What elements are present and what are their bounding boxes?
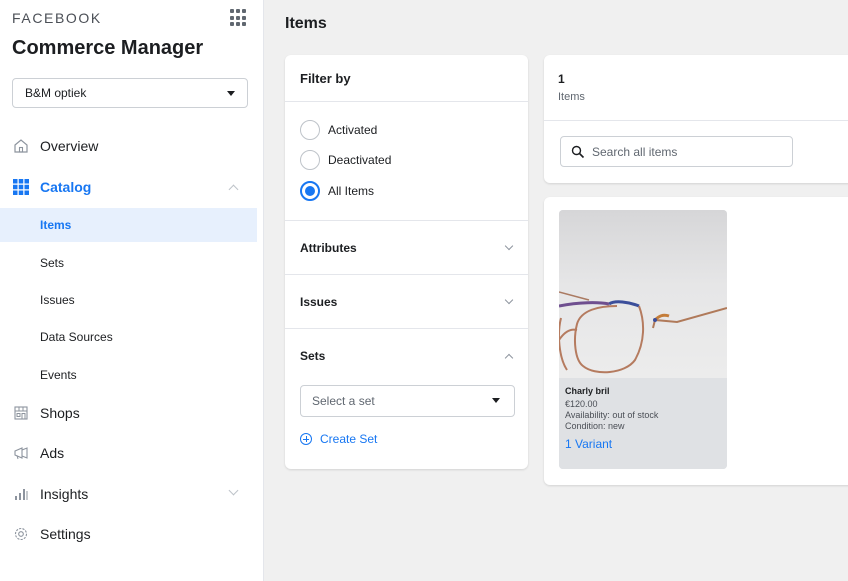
radio-label: All Items	[328, 184, 375, 198]
nav-shops[interactable]: Shops	[0, 396, 257, 430]
filter-heading: Filter by	[285, 55, 528, 102]
nav-overview[interactable]: Overview	[0, 129, 257, 163]
search-box[interactable]	[560, 136, 793, 167]
divider	[544, 120, 848, 121]
section-attributes[interactable]: Attributes	[285, 230, 528, 266]
create-set-link[interactable]: Create Set	[300, 432, 377, 446]
radio-deactivated[interactable]: Deactivated	[300, 150, 391, 170]
product-condition: Condition: new	[565, 421, 625, 431]
chevron-down-icon	[504, 295, 514, 305]
items-count: 1	[558, 72, 565, 86]
eyeglasses-image	[559, 291, 727, 374]
account-dropdown[interactable]: B&M optiek	[12, 78, 248, 108]
sidebar-item-items[interactable]: Items	[0, 208, 257, 242]
catalog-grid-icon	[12, 178, 30, 196]
set-dropdown-placeholder: Select a set	[312, 394, 375, 408]
radio-all-items[interactable]: All Items	[300, 181, 374, 201]
nav-insights-label: Insights	[40, 486, 89, 502]
gear-icon	[12, 525, 30, 543]
divider	[285, 220, 528, 221]
items-summary: 1 Items	[544, 55, 848, 183]
radio-label: Activated	[328, 123, 378, 137]
nav-shops-label: Shops	[40, 405, 80, 421]
sidebar: FACEBOOK Commerce Manager B&M optiek Ove…	[0, 0, 264, 581]
search-icon	[571, 145, 585, 158]
sidebar-item-data-sources[interactable]: Data Sources	[0, 320, 257, 354]
product-availability: Availability: out of stock	[565, 410, 659, 420]
nav-overview-label: Overview	[40, 138, 99, 154]
caret-down-icon	[227, 90, 235, 96]
radio-button-selected[interactable]	[300, 181, 320, 201]
product-variants-link[interactable]: 1 Variant	[565, 437, 721, 451]
nav-catalog[interactable]: Catalog	[0, 170, 257, 204]
divider	[285, 328, 528, 329]
bar-chart-icon	[12, 485, 30, 503]
radio-button[interactable]	[300, 150, 320, 170]
sidebar-item-events[interactable]: Events	[0, 358, 257, 392]
nav-ads[interactable]: Ads	[0, 436, 257, 470]
caret-down-icon	[492, 398, 500, 403]
create-set-label: Create Set	[320, 432, 378, 446]
product-card[interactable]: Charly bril €120.00 Availability: out of…	[559, 210, 727, 469]
grid-apps-icon[interactable]	[230, 9, 248, 27]
product-image	[559, 210, 727, 378]
chevron-down-icon	[504, 241, 514, 251]
account-name: B&M optiek	[25, 86, 87, 100]
chevron-up-icon	[504, 353, 514, 363]
nav-ads-label: Ads	[40, 445, 65, 461]
plus-circle-icon	[300, 433, 312, 445]
items-count-label: Items	[558, 91, 585, 103]
sidebar-item-sets[interactable]: Sets	[0, 246, 257, 280]
nav-settings-label: Settings	[40, 526, 91, 542]
nav-settings[interactable]: Settings	[0, 517, 257, 551]
set-dropdown[interactable]: Select a set	[300, 385, 515, 417]
product-info: Charly bril €120.00 Availability: out of…	[559, 378, 727, 469]
radio-activated[interactable]: Activated	[300, 120, 377, 140]
brand-label: FACEBOOK	[12, 10, 102, 26]
divider	[285, 274, 528, 275]
home-icon	[12, 137, 30, 155]
product-price: €120.00	[565, 399, 598, 409]
page-title: Items	[285, 15, 327, 32]
section-attributes-label: Attributes	[300, 241, 357, 255]
section-issues-label: Issues	[300, 295, 338, 309]
section-sets-label: Sets	[300, 349, 326, 363]
nav-insights[interactable]: Insights	[0, 477, 257, 511]
section-issues[interactable]: Issues	[285, 284, 528, 320]
radio-button[interactable]	[300, 120, 320, 140]
search-input[interactable]	[592, 144, 782, 159]
radio-label: Deactivated	[328, 153, 392, 167]
app-title: Commerce Manager	[12, 37, 204, 59]
megaphone-icon	[12, 444, 30, 462]
sidebar-item-issues[interactable]: Issues	[0, 283, 257, 317]
chevron-down-icon	[228, 485, 239, 496]
filter-panel: Filter by Activated Deactivated All Item…	[285, 55, 528, 469]
product-name: Charly bril	[565, 386, 610, 396]
nav-catalog-label: Catalog	[40, 179, 92, 195]
section-sets[interactable]: Sets	[285, 338, 528, 374]
items-grid: Charly bril €120.00 Availability: out of…	[544, 197, 848, 485]
shop-icon	[12, 404, 30, 422]
chevron-up-icon	[228, 184, 239, 195]
